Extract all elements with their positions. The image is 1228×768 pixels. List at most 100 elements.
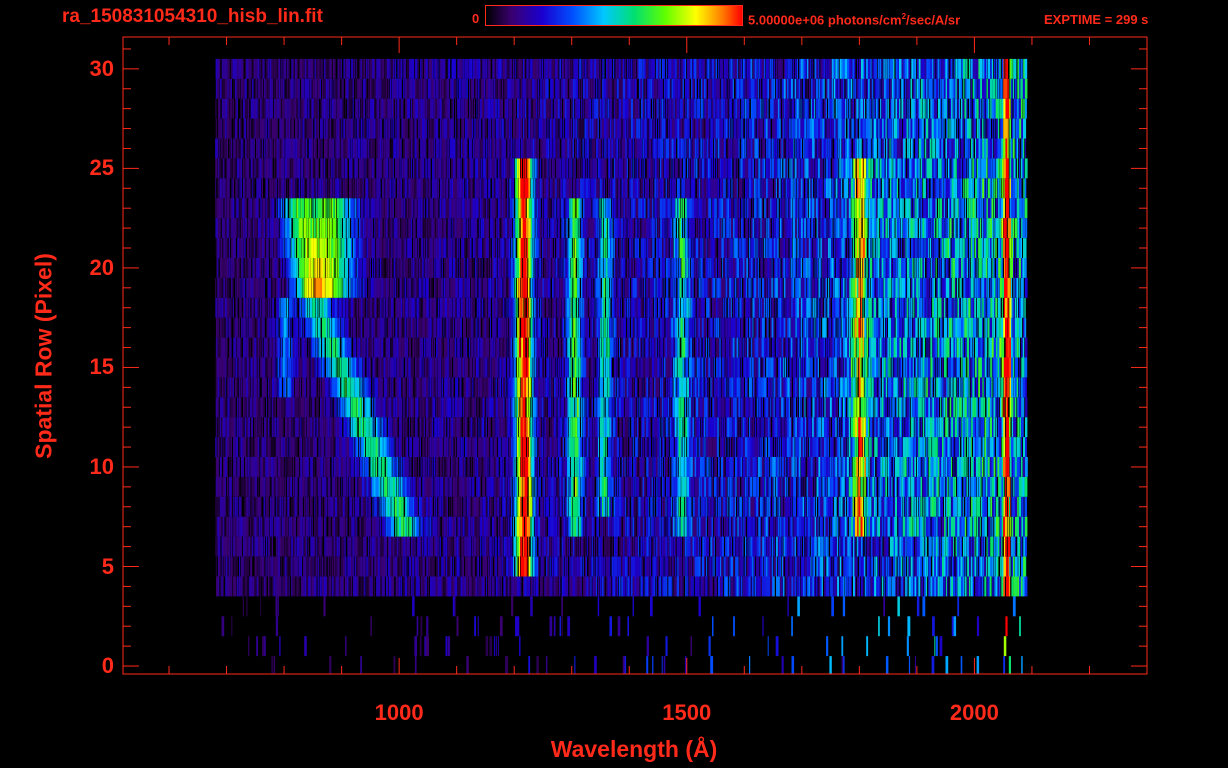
heatmap-cell (329, 357, 331, 378)
spectral-image-plot (122, 36, 1148, 675)
heatmap-cell (958, 496, 962, 517)
heatmap-cell (795, 377, 797, 398)
heatmap-cell (690, 576, 693, 597)
heatmap-cell (717, 496, 720, 517)
heatmap-cell (281, 476, 284, 497)
heatmap-cell (750, 437, 753, 457)
heatmap-cell (572, 556, 575, 577)
heatmap-cell (321, 417, 324, 438)
heatmap-cell (503, 556, 505, 577)
heatmap-cell (897, 536, 899, 557)
heatmap-cell (818, 397, 820, 418)
heatmap-cell (810, 377, 813, 398)
heatmap-cell (281, 397, 283, 418)
heatmap-cell (362, 516, 364, 537)
heatmap-cell (464, 556, 467, 577)
heatmap-cell (402, 496, 404, 517)
heatmap-cell (414, 496, 417, 517)
heatmap-cell (250, 556, 253, 577)
heatmap-cell (879, 576, 881, 597)
heatmap-cell (514, 457, 516, 477)
heatmap-cell (957, 596, 960, 617)
heatmap-cell (341, 536, 344, 557)
heatmap-cell (904, 556, 907, 577)
heatmap-cell (447, 437, 449, 457)
heatmap-cell (456, 457, 459, 477)
heatmap-cell (959, 377, 961, 398)
heatmap-cell (555, 397, 557, 418)
heatmap-cell (864, 417, 866, 438)
heatmap-cell (813, 496, 816, 517)
heatmap-cell (737, 556, 739, 577)
heatmap-cell (775, 516, 778, 537)
heatmap-cell (453, 417, 456, 438)
heatmap-cell (911, 536, 913, 557)
heatmap-cell (297, 556, 299, 577)
heatmap-cell (441, 357, 443, 378)
heatmap-cell (694, 516, 697, 537)
heatmap-cell (223, 437, 225, 457)
heatmap-cell (642, 536, 644, 557)
heatmap-cell (794, 397, 796, 418)
heatmap-cell (866, 377, 868, 398)
heatmap-cell (220, 357, 223, 378)
heatmap-cell (410, 377, 413, 398)
heatmap-cell (470, 357, 472, 378)
heatmap-cell (379, 476, 381, 497)
heatmap-cell (920, 536, 923, 557)
heatmap-cell (909, 556, 911, 577)
heatmap-cell (968, 377, 970, 398)
heatmap-cell (657, 556, 660, 577)
heatmap-cell (219, 556, 221, 577)
heatmap-cell (825, 536, 828, 557)
heatmap-cell (367, 476, 370, 497)
heatmap-cell (783, 377, 786, 398)
heatmap-cell (437, 357, 440, 378)
heatmap-cell (402, 437, 405, 457)
heatmap-cell (850, 536, 853, 557)
heatmap-cell (462, 397, 465, 418)
heatmap-cell (842, 596, 846, 617)
heatmap-cell (786, 556, 789, 577)
heatmap-cell (437, 457, 440, 477)
heatmap-cell (960, 496, 962, 517)
heatmap-cell (891, 476, 893, 497)
heatmap-cell (802, 496, 805, 517)
heatmap-cell (526, 397, 529, 418)
heatmap-cell (685, 437, 687, 457)
heatmap-cell (448, 357, 452, 378)
heatmap-cell (817, 437, 820, 457)
heatmap-cell (844, 397, 846, 418)
heatmap-cell (246, 596, 248, 617)
heatmap-cell (762, 516, 764, 537)
heatmap-cell (729, 536, 731, 557)
heatmap-cell (632, 536, 635, 557)
heatmap-cell (239, 556, 241, 577)
heatmap-cell (661, 536, 664, 557)
heatmap-cell (499, 437, 501, 457)
heatmap-cell (902, 516, 906, 537)
heatmap-cell (902, 576, 905, 597)
heatmap-cell (797, 596, 800, 617)
heatmap-cell (588, 457, 590, 477)
heatmap-cell (503, 397, 505, 418)
heatmap-cell (978, 516, 980, 537)
heatmap-cell (479, 516, 482, 537)
heatmap-cell (575, 476, 577, 497)
heatmap-cell (557, 556, 559, 577)
heatmap-cell (547, 556, 549, 577)
heatmap-cell (970, 536, 973, 557)
heatmap-cell (850, 437, 853, 457)
heatmap-cell (885, 516, 888, 537)
heatmap-cell (619, 556, 621, 577)
heatmap-cell (854, 516, 857, 537)
heatmap-cell (966, 476, 968, 497)
heatmap-cell (931, 496, 934, 517)
heatmap-cell (491, 556, 493, 577)
heatmap-cell (779, 516, 782, 537)
heatmap-cell (372, 437, 374, 457)
heatmap-cell (1024, 576, 1028, 597)
heatmap-cell (685, 417, 688, 438)
heatmap-cell (990, 516, 992, 537)
heatmap-cell (748, 536, 750, 557)
